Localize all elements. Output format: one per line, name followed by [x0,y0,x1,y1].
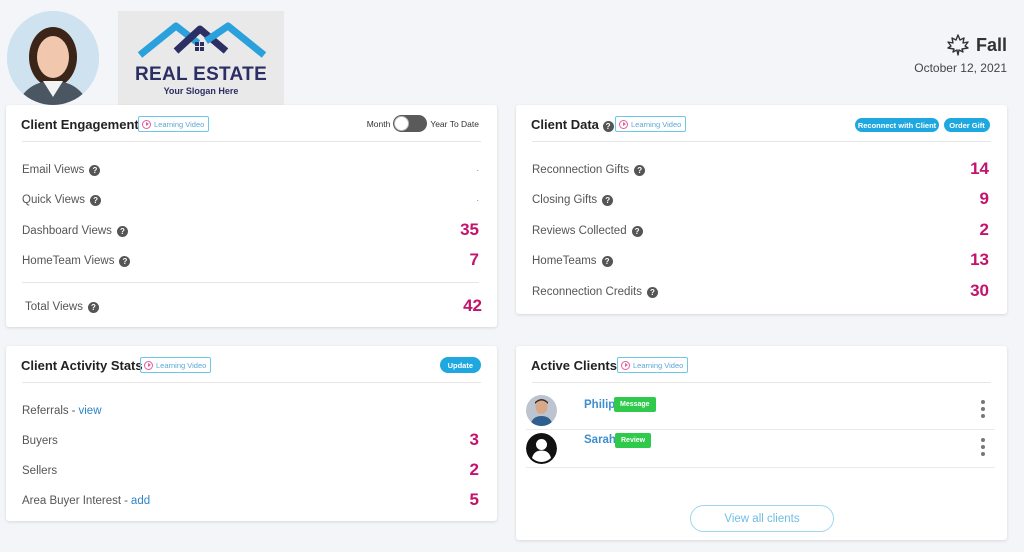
stat-row-reviews-collected: Reviews Collected? 2 [532,220,989,239]
company-logo: REAL ESTATE Your Slogan Here [118,11,284,105]
review-badge-button[interactable]: Review [615,433,652,448]
stat-row-quick-views: Quick Views? . [22,193,479,206]
client-data-card: Client Data ? Learning Video Reconnect w… [516,105,1007,314]
card-header: Client Data ? Learning Video Reconnect w… [531,105,991,142]
current-date: October 12, 2021 [914,61,1007,75]
client-engagement-card: Client Engagement Learning Video Month Y… [6,105,497,327]
card-title: Client Activity Stats [21,358,143,373]
toggle-ytd-label: Year To Date [430,118,479,129]
view-all-clients-button[interactable]: View all clients [690,505,834,532]
play-icon [619,119,628,129]
client-name[interactable]: Philip [584,399,615,411]
client-row-sarah[interactable]: Sarah Review [526,430,995,468]
stat-row-referrals: Referrals - view [22,405,102,417]
logo-title: REAL ESTATE [134,64,268,85]
stat-row-total-views: Total Views? 42 [25,296,482,315]
client-activity-card: Client Activity Stats Learning Video Upd… [6,346,497,521]
reconnect-with-client-button[interactable]: Reconnect with Client [855,118,939,132]
client-row-philip[interactable]: Philip Message [526,392,995,430]
card-title: Active Clients [531,358,617,373]
help-icon[interactable]: ? [90,194,102,206]
card-title: Client Engagement [21,117,139,132]
card-header: Client Activity Stats Learning Video Upd… [21,346,481,383]
help-icon[interactable]: ? [119,255,131,267]
season-indicator: Fall [946,34,1007,56]
stat-row-buyers: Buyers 3 [22,430,479,449]
kebab-menu-icon[interactable] [981,438,985,456]
order-gift-button[interactable]: Order Gift [944,118,990,132]
card-title: Client Data ? [531,117,614,132]
stat-row-hometeam-views: HomeTeam Views? 7 [22,250,479,269]
learning-video-button[interactable]: Learning Video [617,357,689,373]
client-name[interactable]: Sarah [584,434,616,446]
stat-row-hometeams: HomeTeams? 13 [532,250,989,269]
help-icon[interactable]: ? [116,225,128,237]
stat-row-reconnection-gifts: Reconnection Gifts? 14 [532,159,989,178]
play-icon [621,360,630,370]
stat-row-email-views: Email Views? . [22,163,479,176]
learning-video-button[interactable]: Learning Video [140,357,212,373]
card-header: Active Clients Learning Video [531,346,991,383]
learning-video-button[interactable]: Learning Video [615,116,687,132]
help-icon[interactable]: ? [89,164,101,176]
toggle-month-label: Month [366,118,391,129]
stat-row-reconnection-credits: Reconnection Credits? 30 [532,281,989,300]
user-silhouette-icon [526,433,557,464]
client-avatar [526,395,557,426]
maple-leaf-icon [947,34,969,56]
period-toggle-group: Month Year To Date [367,115,479,132]
stat-row-area-buyer-interest: Area Buyer Interest - add 5 [22,490,479,509]
help-icon[interactable]: ? [601,255,613,267]
divider [22,282,479,283]
stat-row-sellers: Sellers 2 [22,460,479,479]
help-icon[interactable]: ? [87,301,99,313]
help-icon[interactable]: ? [646,286,658,298]
help-icon[interactable]: ? [602,194,614,206]
area-interest-add-link[interactable]: add [131,495,150,507]
message-badge-button[interactable]: Message [614,397,656,412]
referrals-view-link[interactable]: view [79,405,102,417]
stat-row-closing-gifts: Closing Gifts? 9 [532,189,989,208]
card-header: Client Engagement Learning Video Month Y… [21,105,481,142]
active-clients-card: Active Clients Learning Video Philip Mes… [516,346,1007,540]
play-icon [144,360,153,370]
kebab-menu-icon[interactable] [981,400,985,418]
help-icon[interactable]: ? [634,164,646,176]
season-label: Fall [975,34,1007,55]
logo-slogan: Your Slogan Here [163,86,239,96]
stat-row-dashboard-views: Dashboard Views? 35 [22,220,479,239]
play-icon [142,119,151,129]
period-toggle[interactable] [393,115,428,132]
learning-video-button[interactable]: Learning Video [138,116,210,132]
update-button[interactable]: Update [439,357,481,373]
agent-avatar [7,11,99,105]
help-icon[interactable]: ? [631,225,643,237]
help-icon[interactable]: ? [602,121,614,132]
